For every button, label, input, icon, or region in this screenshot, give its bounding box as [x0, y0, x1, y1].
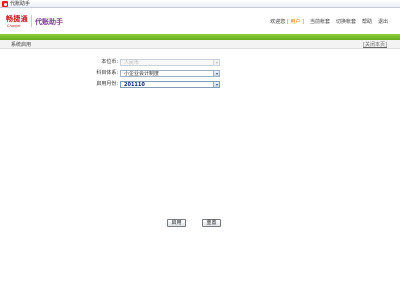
page-header: 系统启用 [关闭本页]	[0, 40, 400, 49]
close-page-link[interactable]: [关闭本页]	[363, 42, 387, 48]
user-name: [ 用户 ]	[286, 19, 304, 25]
system-label: 科目体系:	[96, 70, 118, 76]
logout-link[interactable]: 退出	[378, 19, 388, 25]
org-label: 本位币:	[101, 59, 118, 65]
welcome-text: 欢迎您 [ 用户 ]	[270, 19, 304, 25]
welcome-label: 欢迎您	[270, 19, 286, 25]
app-header: 畅捷通 Chanjet 代账助手 欢迎您 [ 用户 ] 当前帐套 切换帐套 帮助…	[0, 8, 400, 34]
brand-logo: 畅捷通	[6, 14, 28, 23]
brand-logo-subtext: Chanjet	[7, 24, 21, 28]
help-link[interactable]: 帮助	[362, 19, 372, 25]
chevron-down-icon	[213, 60, 219, 65]
reset-button[interactable]: 重置	[202, 219, 221, 227]
top-nav: 欢迎您 [ 用户 ] 当前帐套 切换帐套 帮助 退出	[270, 19, 388, 25]
page-title: 系统启用	[11, 42, 32, 48]
switch-account-link[interactable]: 切换帐套	[336, 19, 356, 25]
system-value: 小企业会计制度	[124, 70, 160, 77]
org-value: 人民币	[124, 59, 140, 66]
logo-divider	[31, 15, 32, 27]
window-title: 代账助手	[10, 1, 31, 7]
month-value: 201110	[124, 81, 145, 88]
month-label: 启用月份:	[96, 81, 118, 87]
app-icon	[2, 1, 8, 7]
chevron-down-icon[interactable]	[213, 71, 219, 76]
current-account-link[interactable]: 当前帐套	[310, 19, 330, 25]
org-select: 人民币	[120, 59, 220, 66]
month-select[interactable]: 201110	[120, 81, 220, 88]
enable-button[interactable]: 启用	[167, 219, 186, 227]
main-content: 系统启用 [关闭本页] 本位币: 人民币 科目体系: 小企业会计制度 启用月份:…	[0, 40, 400, 300]
system-select[interactable]: 小企业会计制度	[120, 70, 220, 77]
chevron-down-icon[interactable]	[213, 82, 219, 87]
window-titlebar: 代账助手	[0, 0, 400, 8]
app-name: 代账助手	[35, 18, 63, 26]
